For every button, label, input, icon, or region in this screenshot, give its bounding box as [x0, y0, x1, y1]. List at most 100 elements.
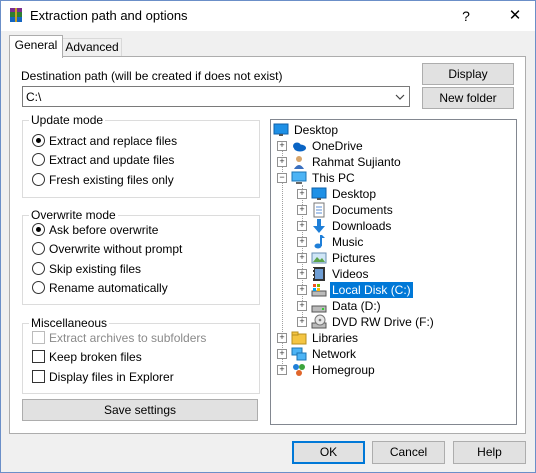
collapse-icon[interactable]: −: [277, 173, 287, 183]
tree-node-label: Rahmat Sujianto: [312, 155, 401, 169]
radio-indicator[interactable]: [32, 153, 45, 166]
title-bar: Extraction path and options ? ✕: [1, 1, 535, 31]
tab-advanced[interactable]: Advanced: [62, 38, 122, 57]
destination-path-label: Destination path (will be created if doe…: [21, 69, 283, 83]
destination-path-value: C:\: [26, 90, 42, 104]
network-icon: [291, 347, 307, 361]
ok-button[interactable]: OK: [292, 441, 365, 464]
music-icon: [314, 235, 325, 249]
tree-node-label: Documents: [332, 203, 393, 217]
tree-node-label: Desktop: [332, 187, 377, 201]
libraries-icon: [291, 331, 307, 345]
expand-icon[interactable]: +: [277, 349, 287, 359]
expand-icon[interactable]: +: [297, 285, 307, 295]
radio-label: Rename automatically: [49, 281, 168, 295]
overwrite-mode-title: Overwrite mode: [29, 208, 118, 222]
desktop-icon: [273, 123, 289, 136]
tree-node-label: OneDrive: [312, 139, 363, 153]
radio-skip-existing[interactable]: Skip existing files: [32, 262, 141, 278]
update-mode-title: Update mode: [29, 113, 106, 127]
onedrive-icon: [293, 142, 306, 152]
checkbox-label: Keep broken files: [49, 350, 142, 364]
radio-indicator[interactable]: [32, 173, 45, 186]
radio-indicator[interactable]: [32, 281, 45, 294]
tab-general[interactable]: General: [9, 35, 63, 58]
miscellaneous-title: Miscellaneous: [29, 316, 110, 330]
tree-node-label: Videos: [332, 267, 369, 281]
radio-label: Fresh existing files only: [49, 173, 174, 187]
radio-fresh-existing[interactable]: Fresh existing files only: [32, 173, 174, 189]
tree-node-label: Downloads: [332, 219, 392, 233]
computer-icon: [291, 171, 307, 184]
tree-node-label: Pictures: [332, 251, 376, 265]
checkbox-label: Display files in Explorer: [49, 370, 174, 384]
checkbox-extract-to-subfolders: Extract archives to subfolders: [32, 331, 206, 347]
expand-icon[interactable]: +: [277, 141, 287, 151]
display-button-label: Display: [448, 67, 488, 81]
update-mode-group: Update mode Extract and replace files Ex…: [22, 113, 260, 198]
local-disk-icon: [311, 284, 327, 297]
radio-extract-update[interactable]: Extract and update files: [32, 153, 174, 169]
expand-icon[interactable]: +: [297, 205, 307, 215]
tree-node-label: This PC: [312, 171, 355, 185]
save-settings-button[interactable]: Save settings: [22, 399, 258, 421]
expand-icon[interactable]: +: [297, 317, 307, 327]
close-button[interactable]: ✕: [497, 1, 533, 31]
cancel-button-label: Cancel: [389, 445, 428, 459]
expand-icon[interactable]: +: [297, 269, 307, 279]
radio-label: Overwrite without prompt: [49, 242, 183, 256]
tree-node-label-selected: Local Disk (C:): [329, 281, 414, 299]
radio-extract-replace[interactable]: Extract and replace files: [32, 134, 177, 150]
checkbox-indicator[interactable]: [32, 350, 45, 363]
radio-indicator[interactable]: [32, 242, 45, 255]
tree-node-label: Homegroup: [312, 363, 375, 377]
expand-icon[interactable]: +: [277, 157, 287, 167]
display-button[interactable]: Display: [422, 63, 514, 85]
radio-selected-indicator[interactable]: [32, 134, 45, 147]
radio-indicator[interactable]: [32, 262, 45, 275]
radio-rename-automatically[interactable]: Rename automatically: [32, 281, 168, 297]
expand-icon[interactable]: +: [297, 237, 307, 247]
miscellaneous-group: Miscellaneous Extract archives to subfol…: [22, 316, 260, 394]
expand-icon[interactable]: +: [277, 365, 287, 375]
expand-icon[interactable]: +: [297, 301, 307, 311]
help-title-button[interactable]: ?: [449, 1, 483, 31]
tree-node-label: Desktop: [294, 123, 339, 137]
expand-icon[interactable]: +: [297, 189, 307, 199]
radio-label: Ask before overwrite: [49, 223, 159, 237]
checkbox-indicator[interactable]: [32, 370, 45, 383]
pictures-icon: [311, 252, 327, 264]
user-icon: [294, 156, 304, 169]
checkbox-label: Extract archives to subfolders: [49, 331, 207, 345]
tree-node-label: Libraries: [312, 331, 359, 345]
documents-icon: [313, 202, 325, 218]
radio-overwrite-without-prompt[interactable]: Overwrite without prompt: [32, 242, 182, 258]
folder-tree[interactable]: Desktop + OneDrive + Rahmat Sujianto − T…: [270, 119, 517, 425]
radio-label: Extract and update files: [49, 153, 175, 167]
checkbox-keep-broken-files[interactable]: Keep broken files: [32, 350, 142, 366]
chevron-down-icon[interactable]: [395, 89, 405, 105]
expand-icon[interactable]: +: [297, 221, 307, 231]
ok-button-label: OK: [319, 445, 338, 459]
new-folder-button-label: New folder: [439, 91, 497, 105]
tree-node-label: DVD RW Drive (F:): [332, 315, 434, 329]
dvd-drive-icon: [311, 314, 327, 329]
homegroup-icon: [293, 364, 305, 376]
radio-selected-indicator[interactable]: [32, 223, 45, 236]
overwrite-mode-group: Overwrite mode Ask before overwrite Over…: [22, 208, 260, 305]
expand-icon[interactable]: +: [297, 253, 307, 263]
radio-label: Extract and replace files: [49, 134, 178, 148]
new-folder-button[interactable]: New folder: [422, 87, 514, 109]
radio-label: Skip existing files: [49, 262, 142, 276]
cancel-button[interactable]: Cancel: [372, 441, 445, 464]
winrar-app-icon: [10, 8, 22, 22]
help-button[interactable]: Help: [453, 441, 526, 464]
expand-icon[interactable]: +: [277, 333, 287, 343]
drive-icon: [311, 305, 327, 313]
tree-node-label: Network: [312, 347, 357, 361]
window-title: Extraction path and options: [30, 8, 188, 23]
radio-ask-before-overwrite[interactable]: Ask before overwrite: [32, 223, 158, 239]
checkbox-indicator: [32, 331, 45, 344]
checkbox-display-in-explorer[interactable]: Display files in Explorer: [32, 370, 174, 386]
destination-path-combobox[interactable]: C:\: [22, 86, 410, 107]
